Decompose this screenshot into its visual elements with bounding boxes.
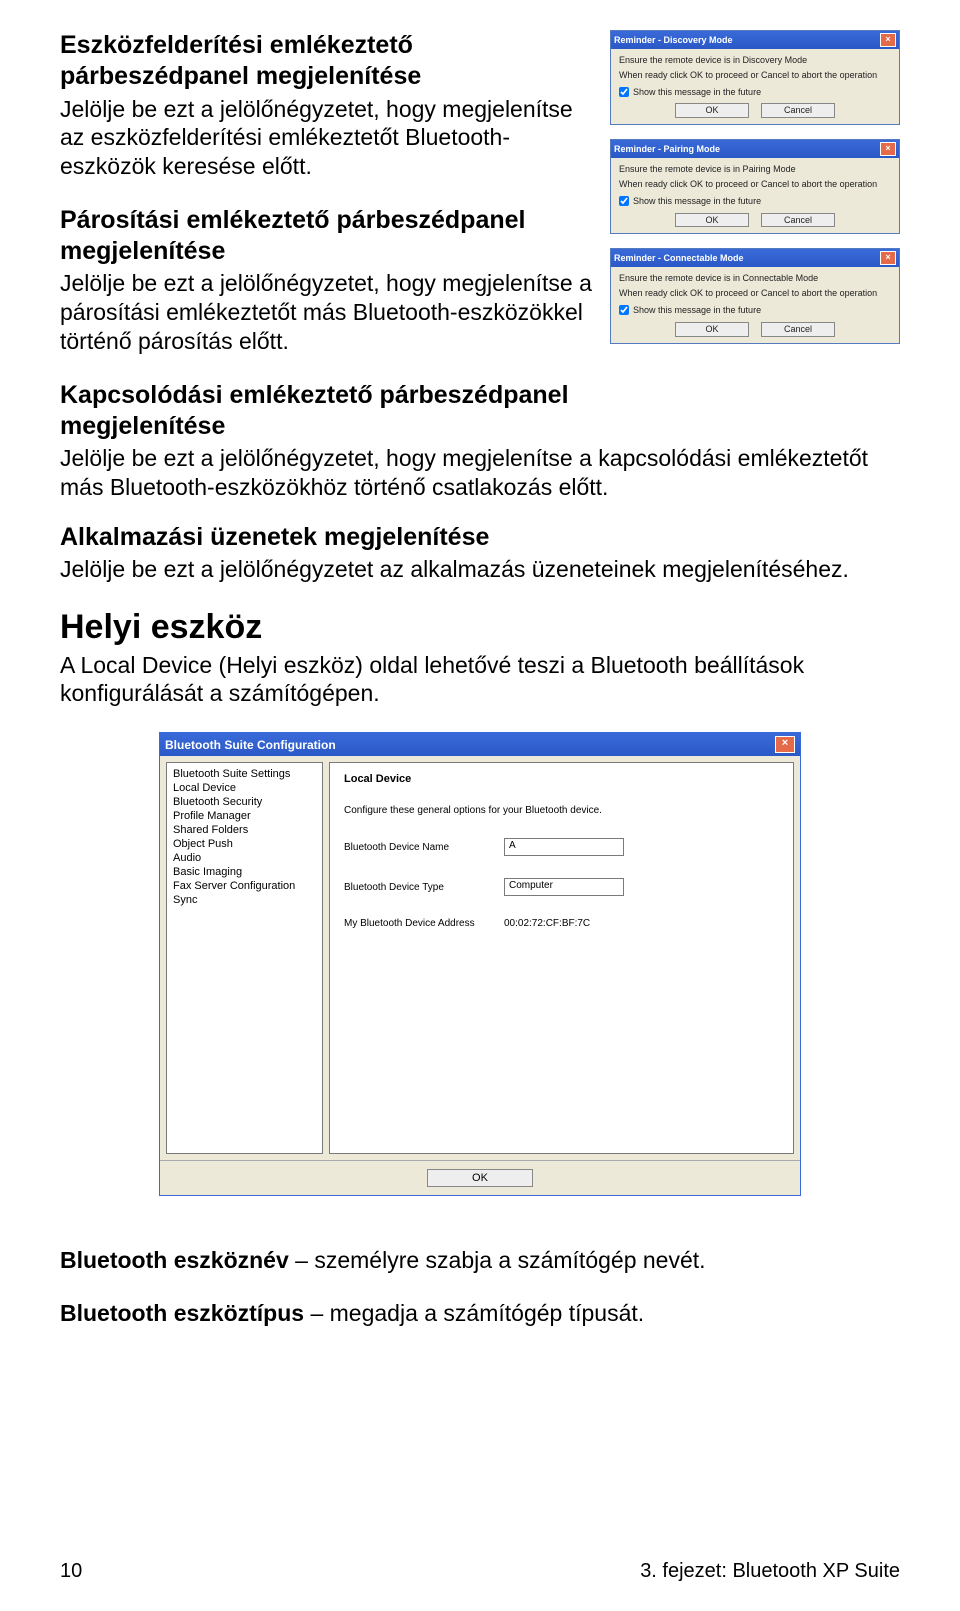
cancel-button[interactable]: Cancel <box>761 213 835 228</box>
device-address-value: 00:02:72:CF:BF:7C <box>504 918 590 929</box>
section-4-body: Jelölje be ezt a jelölőnégyzetet az alka… <box>60 555 900 584</box>
reminder-1-title: Reminder - Discovery Mode <box>614 35 733 46</box>
sidebar-item[interactable]: Profile Manager <box>167 809 322 823</box>
config-sidebar: Bluetooth Suite Settings Local Device Bl… <box>166 762 323 1154</box>
row-label-device-type: Bluetooth Device Type <box>344 882 504 893</box>
close-icon[interactable]: × <box>880 33 896 47</box>
reminder-1-line1: Ensure the remote device is in Discovery… <box>619 55 891 66</box>
heading-local-device-body: A Local Device (Helyi eszköz) oldal lehe… <box>60 651 900 709</box>
line-device-name: Bluetooth eszköznév – személyre szabja a… <box>60 1246 900 1275</box>
reminder-2-checkbox[interactable] <box>619 196 629 206</box>
reminder-3-chk-label: Show this message in the future <box>633 305 761 316</box>
reminder-3-checkbox-row[interactable]: Show this message in the future <box>619 305 891 316</box>
sidebar-item[interactable]: Fax Server Configuration <box>167 879 322 893</box>
config-main-title: Local Device <box>344 773 779 785</box>
device-type-select[interactable]: Computer <box>504 878 624 896</box>
reminder-1-line2: When ready click OK to proceed or Cancel… <box>619 70 891 81</box>
sidebar-item[interactable]: Basic Imaging <box>167 865 322 879</box>
cancel-button[interactable]: Cancel <box>761 322 835 337</box>
sidebar-item[interactable]: Shared Folders <box>167 823 322 837</box>
section-3-body: Jelölje be ezt a jelölőnégyzetet, hogy m… <box>60 444 900 502</box>
reminder-2-title: Reminder - Pairing Mode <box>614 144 720 155</box>
line-device-type-text: – megadja a számítógép típusát. <box>304 1300 644 1326</box>
config-title: Bluetooth Suite Configuration <box>165 738 336 752</box>
reminder-dialog-pairing: Reminder - Pairing Mode × Ensure the rem… <box>610 139 900 234</box>
cancel-button[interactable]: Cancel <box>761 103 835 118</box>
section-2-title: Párosítási emlékeztető párbeszédpanel me… <box>60 205 592 268</box>
close-icon[interactable]: × <box>880 251 896 265</box>
reminder-3-checkbox[interactable] <box>619 305 629 315</box>
config-main-panel: Local Device Configure these general opt… <box>329 762 794 1154</box>
reminder-1-checkbox-row[interactable]: Show this message in the future <box>619 87 891 98</box>
ok-button[interactable]: OK <box>675 213 749 228</box>
section-1-title: Eszközfelderítési emlékeztető párbeszédp… <box>60 30 592 93</box>
reminder-1-checkbox[interactable] <box>619 87 629 97</box>
row-label-device-address: My Bluetooth Device Address <box>344 918 504 929</box>
reminder-2-line1: Ensure the remote device is in Pairing M… <box>619 164 891 175</box>
bluetooth-suite-config-dialog: Bluetooth Suite Configuration × Bluetoot… <box>159 732 801 1196</box>
reminder-3-line2: When ready click OK to proceed or Cancel… <box>619 288 891 299</box>
reminder-2-line2: When ready click OK to proceed or Cancel… <box>619 179 891 190</box>
sidebar-item[interactable]: Bluetooth Suite Settings <box>167 767 322 781</box>
ok-button[interactable]: OK <box>427 1169 533 1187</box>
section-1-body: Jelölje be ezt a jelölőnégyzetet, hogy m… <box>60 95 592 181</box>
sidebar-item[interactable]: Bluetooth Security <box>167 795 322 809</box>
close-icon[interactable]: × <box>880 142 896 156</box>
reminder-2-chk-label: Show this message in the future <box>633 196 761 207</box>
reminder-3-title: Reminder - Connectable Mode <box>614 253 744 264</box>
config-desc: Configure these general options for your… <box>344 805 779 816</box>
line-device-type: Bluetooth eszköztípus – megadja a számít… <box>60 1299 900 1328</box>
reminder-dialog-discovery: Reminder - Discovery Mode × Ensure the r… <box>610 30 900 125</box>
device-name-input[interactable]: A <box>504 838 624 856</box>
page-number: 10 <box>60 1560 82 1583</box>
close-icon[interactable]: × <box>775 736 795 753</box>
section-3-title: Kapcsolódási emlékeztető párbeszédpanel … <box>60 380 592 443</box>
sidebar-item[interactable]: Local Device <box>167 781 322 795</box>
sidebar-item[interactable]: Sync <box>167 893 322 907</box>
ok-button[interactable]: OK <box>675 322 749 337</box>
row-label-device-name: Bluetooth Device Name <box>344 842 504 853</box>
section-2-body: Jelölje be ezt a jelölőnégyzetet, hogy m… <box>60 269 592 355</box>
reminder-dialog-connectable: Reminder - Connectable Mode × Ensure the… <box>610 248 900 343</box>
line-device-type-bold: Bluetooth eszköztípus <box>60 1300 304 1326</box>
reminder-2-checkbox-row[interactable]: Show this message in the future <box>619 196 891 207</box>
reminder-3-line1: Ensure the remote device is in Connectab… <box>619 273 891 284</box>
heading-local-device: Helyi eszköz <box>60 608 900 647</box>
sidebar-item[interactable]: Audio <box>167 851 322 865</box>
line-device-name-text: – személyre szabja a számítógép nevét. <box>289 1247 706 1273</box>
sidebar-item[interactable]: Object Push <box>167 837 322 851</box>
line-device-name-bold: Bluetooth eszköznév <box>60 1247 289 1273</box>
ok-button[interactable]: OK <box>675 103 749 118</box>
chapter-label: 3. fejezet: Bluetooth XP Suite <box>640 1560 900 1583</box>
reminder-1-chk-label: Show this message in the future <box>633 87 761 98</box>
section-4-title: Alkalmazási üzenetek megjelenítése <box>60 522 900 553</box>
